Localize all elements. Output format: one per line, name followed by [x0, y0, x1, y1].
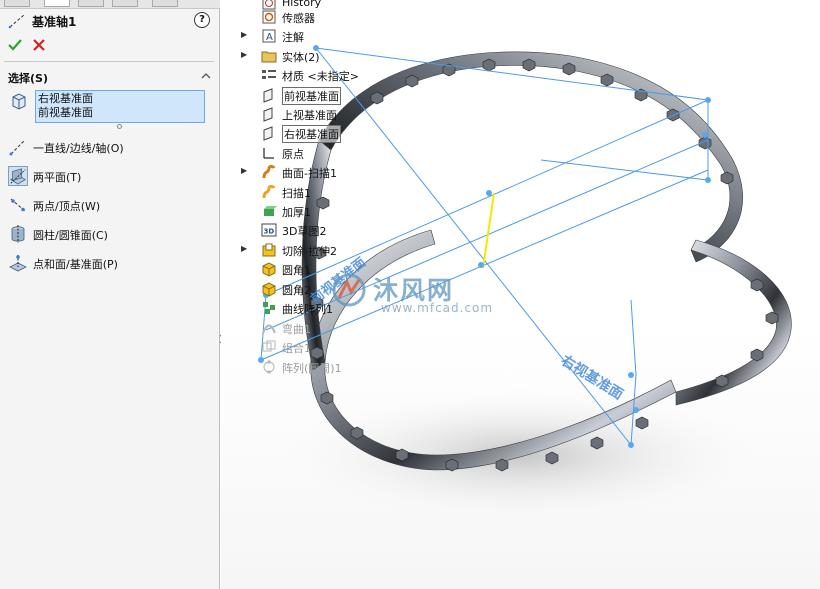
- watermark-url: www.mfcad.com: [381, 301, 494, 315]
- reference-axis-icon: [8, 14, 25, 29]
- plane-icon: [263, 126, 273, 141]
- tree-item-label: 扫描1: [282, 187, 311, 200]
- tree-item-label: History: [282, 0, 322, 9]
- svg-text:A: A: [266, 32, 273, 43]
- origin-icon: [263, 148, 274, 159]
- option-label: 圆柱/圆锥面(C): [33, 229, 108, 242]
- selections-section-title: 选择(S): [8, 72, 48, 85]
- tree-item-label: 传感器: [282, 12, 315, 25]
- circular-pattern-icon: [263, 360, 275, 374]
- band-back-loop: [318, 51, 743, 263]
- tree-item-label: 实体(2): [282, 51, 320, 64]
- two-planes-icon: [8, 166, 28, 186]
- tree-item-label: 加厚1: [282, 206, 311, 219]
- curve-pattern-icon: [263, 302, 275, 314]
- flex-icon: [262, 324, 276, 334]
- selection-list-box[interactable]: 右视基准面 前视基准面: [35, 90, 205, 123]
- graphics-viewport[interactable]: History 传感器 ▶ A 注解 ▶ 实体(2) 材质 <未指定> 前视基准…: [221, 0, 820, 589]
- tab-featuremanager[interactable]: [4, 0, 30, 7]
- surface-sweep-icon: [262, 165, 276, 179]
- manager-tab-strip: [0, 0, 220, 9]
- cylinder-cone-icon: [11, 225, 25, 243]
- help-button[interactable]: ?: [194, 12, 210, 28]
- combine-icon: [262, 340, 276, 352]
- selection-item[interactable]: 右视基准面: [38, 92, 202, 106]
- option-cylinder-cone[interactable]: 圆柱/圆锥面(C): [8, 223, 214, 245]
- property-manager-panel: 基准轴1 ? 选择(S) 右视基准面 前视基准面 一直线/边线/轴(O) 两平面…: [0, 0, 225, 589]
- selection-item[interactable]: 前视基准面: [38, 106, 202, 120]
- tree-item-label: 圆角1: [282, 264, 311, 277]
- ok-checkmark-button[interactable]: [8, 38, 22, 52]
- tree-item-label: 阵列(圆周)1: [282, 362, 342, 375]
- solid-bodies-folder-icon: [261, 51, 277, 63]
- tree-item-label: 前视基准面: [282, 87, 341, 105]
- tree-item-label: 上视基准面: [282, 109, 337, 122]
- expand-arrow-icon[interactable]: ▶: [241, 50, 251, 59]
- option-label: 两点/顶点(W): [33, 200, 101, 213]
- reference-selection-icon: [12, 93, 26, 110]
- list-resize-grip[interactable]: [117, 124, 122, 129]
- pm-title-row: 基准轴1 ?: [6, 12, 212, 30]
- selections-section-header[interactable]: 选择(S): [8, 70, 214, 86]
- cancel-x-button[interactable]: [32, 38, 46, 52]
- option-label: 两平面(T): [33, 171, 82, 184]
- collapse-chevron-icon[interactable]: [200, 70, 212, 82]
- divider: [4, 61, 214, 62]
- plane-icon: [263, 88, 273, 103]
- tab-propertymanager[interactable]: [44, 0, 70, 7]
- thicken-icon: [264, 206, 277, 216]
- plane-icon: [263, 107, 273, 122]
- sensor-icon: [262, 10, 276, 24]
- tree-item-label: 注解: [282, 31, 304, 44]
- tree-item-label: 切除-拉伸2: [282, 245, 337, 258]
- fillet-icon: [262, 282, 276, 297]
- expand-arrow-icon[interactable]: ▶: [241, 30, 251, 39]
- option-line-edge-axis[interactable]: 一直线/边线/轴(O): [8, 136, 214, 158]
- watermark-logo-icon: [332, 273, 366, 307]
- tab-dimxpert[interactable]: [112, 0, 138, 7]
- line-edge-axis-icon: [9, 139, 26, 156]
- tree-item-label: 曲线阵列1: [282, 303, 333, 316]
- tree-item-label: 组合1: [282, 342, 311, 355]
- option-two-planes[interactable]: 两平面(T): [8, 165, 214, 187]
- expand-arrow-icon[interactable]: ▶: [241, 166, 251, 175]
- watermark: 沐风网 www.mfcad.com: [329, 270, 499, 320]
- option-label: 一直线/边线/轴(O): [33, 142, 124, 155]
- tree-item-label: 原点: [282, 148, 304, 161]
- tree-item-label: 弯曲1: [282, 323, 311, 336]
- option-two-points[interactable]: 两点/顶点(W): [8, 194, 214, 216]
- material-icon: [262, 70, 276, 79]
- 3d-sketch-icon: 3D: [261, 223, 277, 237]
- tree-item-label: 曲面-扫描1: [282, 167, 337, 180]
- tab-display-manager[interactable]: [152, 0, 178, 7]
- point-and-plane-icon: [9, 255, 27, 272]
- tree-item-label: 右视基准面: [282, 125, 341, 143]
- pm-title: 基准轴1: [32, 15, 77, 29]
- fillet-icon: [262, 262, 276, 277]
- two-points-icon: [10, 198, 26, 212]
- svg-text:3D: 3D: [264, 228, 275, 236]
- option-point-and-plane[interactable]: 点和面/基准面(P): [8, 252, 214, 274]
- annotation-icon: A: [262, 29, 276, 43]
- tree-item-label: 3D草图2: [282, 225, 327, 238]
- sweep-icon: [262, 185, 276, 199]
- axis-preview-line: [482, 192, 495, 269]
- tab-configurationmanager[interactable]: [78, 0, 104, 7]
- expand-arrow-icon[interactable]: ▶: [241, 244, 251, 253]
- cut-extrude-icon: [262, 243, 276, 257]
- tree-item-label: 材质 <未指定>: [282, 70, 359, 83]
- option-label: 点和面/基准面(P): [33, 258, 118, 271]
